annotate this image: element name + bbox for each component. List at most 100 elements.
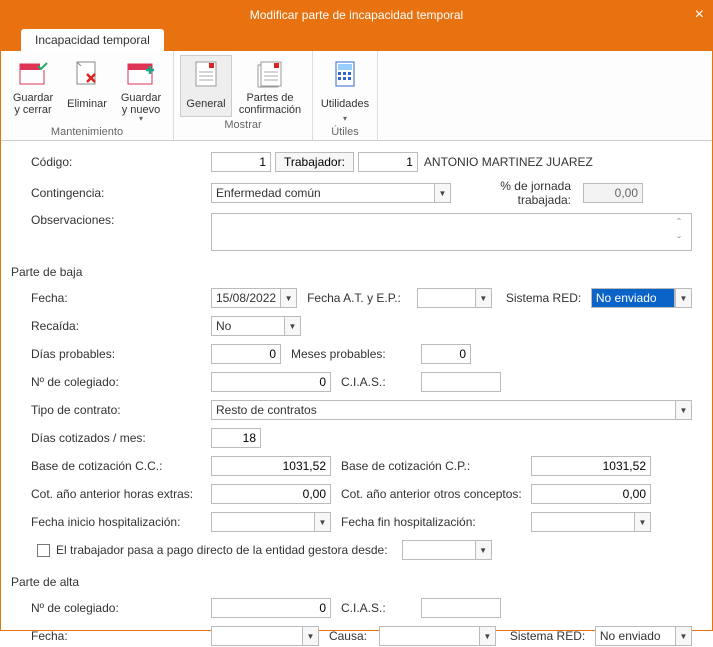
- cot-he-input[interactable]: [211, 484, 331, 504]
- chevron-down-icon[interactable]: ▼: [675, 289, 691, 307]
- alta-colegiado-input[interactable]: [211, 598, 331, 618]
- utilidades-label: Utilidades: [321, 92, 369, 116]
- hosp-fin-input[interactable]: ▼: [531, 512, 651, 532]
- hosp-ini-value: [212, 513, 314, 531]
- alta-causa-label: Causa:: [329, 629, 379, 643]
- baja-colegiado-input[interactable]: [211, 372, 331, 392]
- pago-directo-date[interactable]: ▼: [402, 540, 492, 560]
- tab-incapacidad-temporal[interactable]: Incapacidad temporal: [21, 29, 164, 51]
- chevron-down-icon[interactable]: ▼: [302, 627, 318, 645]
- chevron-down-icon[interactable]: ▼: [280, 289, 296, 307]
- baja-fecha-label: Fecha:: [21, 291, 211, 305]
- alta-causa-combo[interactable]: ▼: [379, 626, 496, 646]
- codigo-input[interactable]: [211, 152, 271, 172]
- titlebar: Modificar parte de incapacidad temporal …: [1, 1, 712, 29]
- hosp-fin-label: Fecha fin hospitalización:: [341, 515, 531, 529]
- chevron-down-icon[interactable]: ▼: [479, 627, 495, 645]
- alta-cias-input[interactable]: [421, 598, 501, 618]
- ribbon-group-utiles: Utilidades ▾ Útiles: [313, 51, 378, 140]
- dias-probables-label: Días probables:: [21, 347, 211, 361]
- cot-he-label: Cot. año anterior horas extras:: [21, 487, 211, 501]
- delete-icon: [71, 58, 103, 90]
- tipo-contrato-label: Tipo de contrato:: [21, 403, 211, 417]
- save-new-label: Guardar y nuevo: [121, 92, 161, 116]
- meses-probables-input[interactable]: [421, 344, 471, 364]
- contingencia-combo[interactable]: Enfermedad común ▼: [211, 183, 451, 203]
- chevron-down-icon[interactable]: ▼: [675, 627, 691, 645]
- pct-jornada-label: % de jornada trabajada:: [471, 179, 571, 207]
- baja-sistema-red-combo[interactable]: No enviado: [591, 288, 675, 308]
- ribbon-tabstrip: Incapacidad temporal: [1, 29, 712, 51]
- chevron-down-icon[interactable]: ▼: [314, 513, 330, 531]
- observaciones-label: Observaciones:: [21, 213, 211, 227]
- ribbon-group-label: Mantenimiento: [51, 124, 123, 138]
- alta-colegiado-label: Nº de colegiado:: [21, 601, 211, 615]
- chevron-down-icon[interactable]: ▼: [475, 289, 491, 307]
- dias-cotizados-label: Días cotizados / mes:: [21, 431, 211, 445]
- form-area: Código: Trabajador: ANTONIO MARTINEZ JUA…: [1, 141, 712, 647]
- chevron-down-icon[interactable]: ▾: [139, 114, 143, 123]
- alta-causa-value: [380, 627, 479, 645]
- window-root: Modificar parte de incapacidad temporal …: [0, 0, 713, 631]
- scroll-icon[interactable]: ˆˇ: [677, 216, 689, 248]
- baja-cias-label: C.I.A.S.:: [341, 375, 421, 389]
- base-cp-input[interactable]: [531, 456, 651, 476]
- recaida-value: No: [212, 317, 284, 335]
- chevron-down-icon[interactable]: ▼: [675, 401, 691, 419]
- alta-sistema-red-combo[interactable]: No enviado ▼: [595, 626, 692, 646]
- window-title: Modificar parte de incapacidad temporal: [250, 8, 463, 22]
- utilidades-button[interactable]: Utilidades ▾: [319, 55, 371, 124]
- alta-cias-label: C.I.A.S.:: [341, 601, 421, 615]
- calculator-icon: [329, 58, 361, 90]
- chevron-down-icon[interactable]: ▾: [343, 114, 347, 123]
- save-close-icon: [17, 58, 49, 90]
- base-cc-label: Base de cotización C.C.:: [21, 459, 211, 473]
- alta-fecha-label: Fecha:: [21, 629, 211, 643]
- document-stack-icon: [254, 58, 286, 90]
- cot-oc-label: Cot. año anterior otros conceptos:: [341, 487, 531, 501]
- ribbon-group-label: Útiles: [331, 124, 359, 138]
- fecha-atep-label: Fecha A.T. y E.P.:: [307, 291, 417, 305]
- trabajador-button[interactable]: Trabajador:: [275, 152, 354, 172]
- chevron-down-icon[interactable]: ▼: [634, 513, 650, 531]
- chevron-down-icon[interactable]: ▼: [284, 317, 300, 335]
- pago-directo-value: [403, 541, 475, 559]
- hosp-ini-label: Fecha inicio hospitalización:: [21, 515, 211, 529]
- general-label: General: [186, 92, 225, 116]
- baja-sistema-red-dropdown[interactable]: ▼: [675, 288, 692, 308]
- dias-cotizados-input[interactable]: [211, 428, 261, 448]
- trabajador-code-input[interactable]: [358, 152, 418, 172]
- baja-sistema-red-label: Sistema RED:: [506, 291, 591, 305]
- base-cc-input[interactable]: [211, 456, 331, 476]
- save-new-button[interactable]: Guardar y nuevo ▾: [115, 55, 167, 124]
- pago-directo-checkbox[interactable]: [37, 544, 50, 557]
- chevron-down-icon[interactable]: ▼: [434, 184, 450, 202]
- recaida-label: Recaída:: [21, 319, 211, 333]
- dias-probables-input[interactable]: [211, 344, 281, 364]
- baja-fecha-input[interactable]: 15/08/2022 ▼: [211, 288, 297, 308]
- general-button[interactable]: General: [180, 55, 232, 117]
- hosp-ini-input[interactable]: ▼: [211, 512, 331, 532]
- close-icon[interactable]: ×: [695, 1, 704, 29]
- save-close-button[interactable]: Guardar y cerrar: [7, 55, 59, 124]
- pct-jornada-input: [583, 183, 643, 203]
- observaciones-input[interactable]: ˆˇ: [211, 213, 692, 251]
- baja-sistema-red-value: No enviado: [592, 289, 674, 307]
- hosp-fin-value: [532, 513, 634, 531]
- contingencia-label: Contingencia:: [21, 186, 211, 200]
- partes-confirmacion-button[interactable]: Partes de confirmación: [234, 55, 306, 117]
- recaida-combo[interactable]: No ▼: [211, 316, 301, 336]
- contingencia-value: Enfermedad común: [212, 184, 434, 202]
- cot-oc-input[interactable]: [531, 484, 651, 504]
- tipo-contrato-combo[interactable]: Resto de contratos ▼: [211, 400, 692, 420]
- baja-colegiado-label: Nº de colegiado:: [21, 375, 211, 389]
- baja-cias-input[interactable]: [421, 372, 501, 392]
- baja-fecha-value: 15/08/2022: [212, 289, 280, 307]
- ribbon-group-label: Mostrar: [224, 117, 261, 131]
- alta-fecha-value: [212, 627, 302, 645]
- alta-fecha-input[interactable]: ▼: [211, 626, 319, 646]
- chevron-down-icon[interactable]: ▼: [475, 541, 491, 559]
- ribbon: Guardar y cerrar Eliminar Guardar y nuev…: [1, 51, 712, 141]
- fecha-atep-input[interactable]: ▼: [417, 288, 492, 308]
- delete-button[interactable]: Eliminar: [61, 55, 113, 124]
